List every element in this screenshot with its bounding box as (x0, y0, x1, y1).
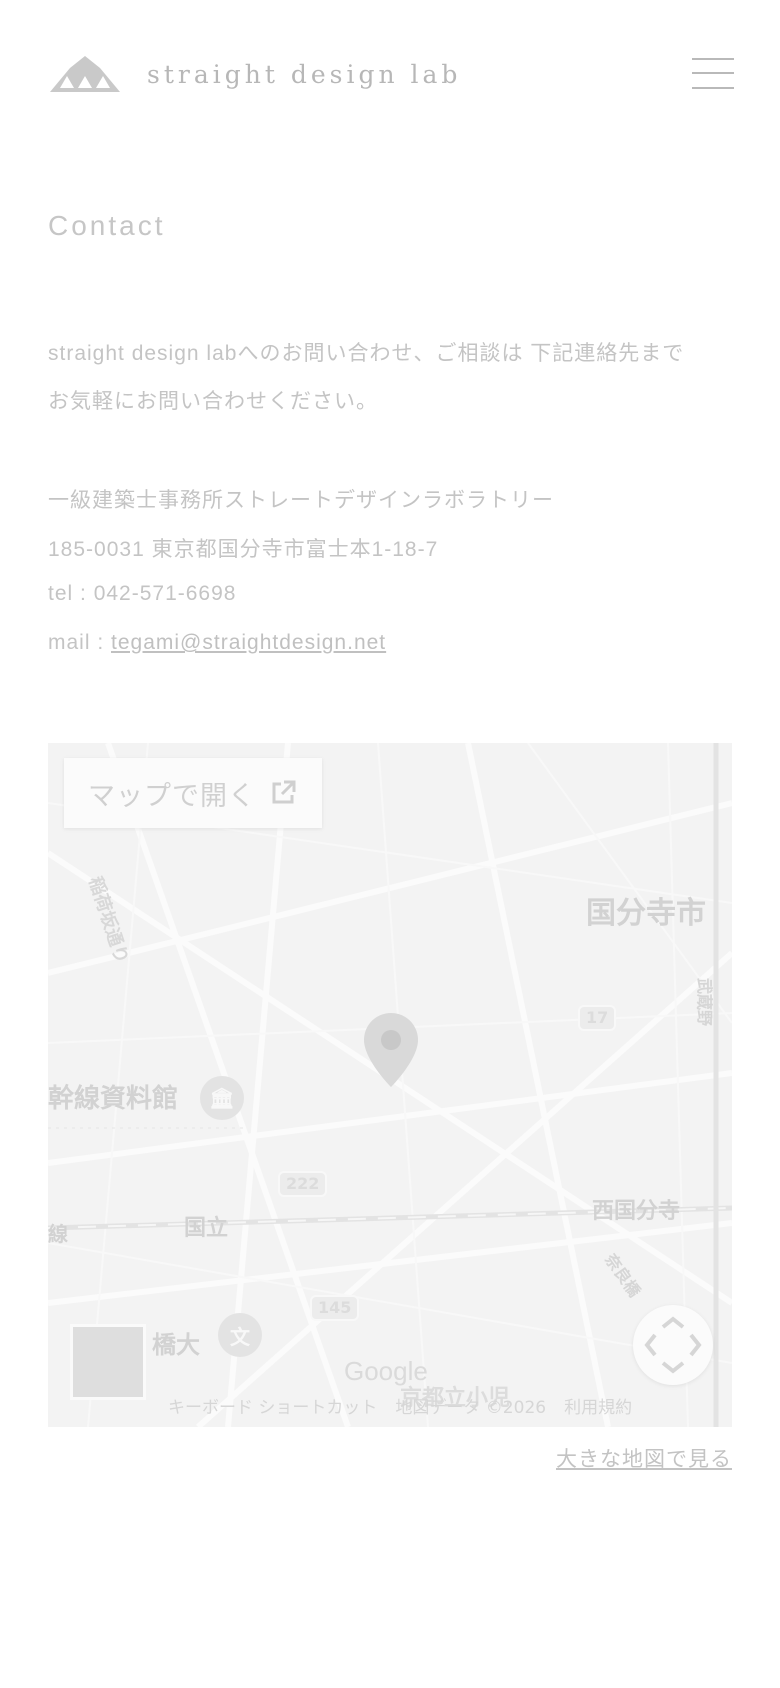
route-badge: 145 (310, 1295, 360, 1321)
hamburger-menu-icon[interactable] (692, 56, 734, 92)
map-label-university: 橋大 (152, 1331, 200, 1359)
map-label-musashi: 武蔵野 (695, 978, 714, 1027)
intro-line: お気軽にお問い合わせください。 (48, 390, 378, 413)
map-label-museum: 幹線資料館 (48, 1084, 179, 1114)
mail-link[interactable]: tegami@straightdesign.net (111, 631, 386, 654)
open-in-maps-label: マップで開く (88, 780, 256, 812)
brand-name[interactable]: straight design lab (147, 60, 461, 89)
site-header: straight design lab (0, 0, 780, 150)
mountain-logo-icon[interactable] (50, 54, 120, 92)
map-label-kokubunji-city: 国分寺市 (586, 896, 706, 931)
tel-label: tel : (48, 582, 94, 605)
museum-icon[interactable]: 🏛 (200, 1076, 244, 1120)
location-pin-icon[interactable] (364, 1013, 418, 1087)
map-footer: キーボード ショートカット 地図データ ©2026 利用規約 (168, 1392, 632, 1418)
menu-bar (692, 58, 734, 60)
office-name: 一級建築士事務所ストレートデザインラボラトリー (48, 489, 554, 512)
menu-bar (692, 87, 734, 89)
view-larger-map-link[interactable]: 大きな地図で見る (556, 1443, 732, 1473)
map-label-nishi-kokubunji: 西国分寺 (592, 1199, 681, 1224)
keyboard-shortcuts-link[interactable]: キーボード ショートカット (168, 1393, 377, 1418)
school-icon[interactable]: 文 (218, 1313, 262, 1357)
page-title: Contact (48, 210, 166, 241)
open-in-maps-button[interactable]: マップで開く (64, 758, 322, 828)
map-label-line: 線 (48, 1222, 68, 1246)
office-tel: tel : 042-571-6698 (48, 582, 236, 606)
terms-link[interactable]: 利用規約 (564, 1393, 632, 1418)
map-layer-thumbnail[interactable] (70, 1324, 146, 1400)
external-link-icon (272, 780, 296, 804)
route-badge: 222 (278, 1171, 328, 1197)
pan-arrows-icon (644, 1316, 702, 1374)
office-mail: mail : tegami@straightdesign.net (48, 631, 386, 655)
embedded-map[interactable]: マップで開く 国分寺市 稲荷坂通り 幹線資料館 線 国立 西国分寺 奈良橋 武蔵… (48, 743, 732, 1427)
intro-text: straight design labへのお問い合わせ、ご相談は 下記連絡先まで… (48, 330, 738, 426)
intro-line: straight design labへのお問い合わせ、ご相談は 下記連絡先まで (48, 342, 685, 365)
menu-bar (692, 72, 734, 74)
tel-number[interactable]: 042-571-6698 (94, 582, 237, 605)
map-camera-control[interactable] (633, 1305, 713, 1385)
office-address: 185-0031 東京都国分寺市富士本1-18-7 (48, 538, 439, 561)
map-data-attribution: 地図データ ©2026 (395, 1397, 547, 1418)
route-badge: 17 (578, 1005, 617, 1031)
google-logo: Google (344, 1356, 428, 1386)
map-label-kunitachi: 国立 (184, 1216, 229, 1241)
mail-label: mail : (48, 631, 112, 654)
